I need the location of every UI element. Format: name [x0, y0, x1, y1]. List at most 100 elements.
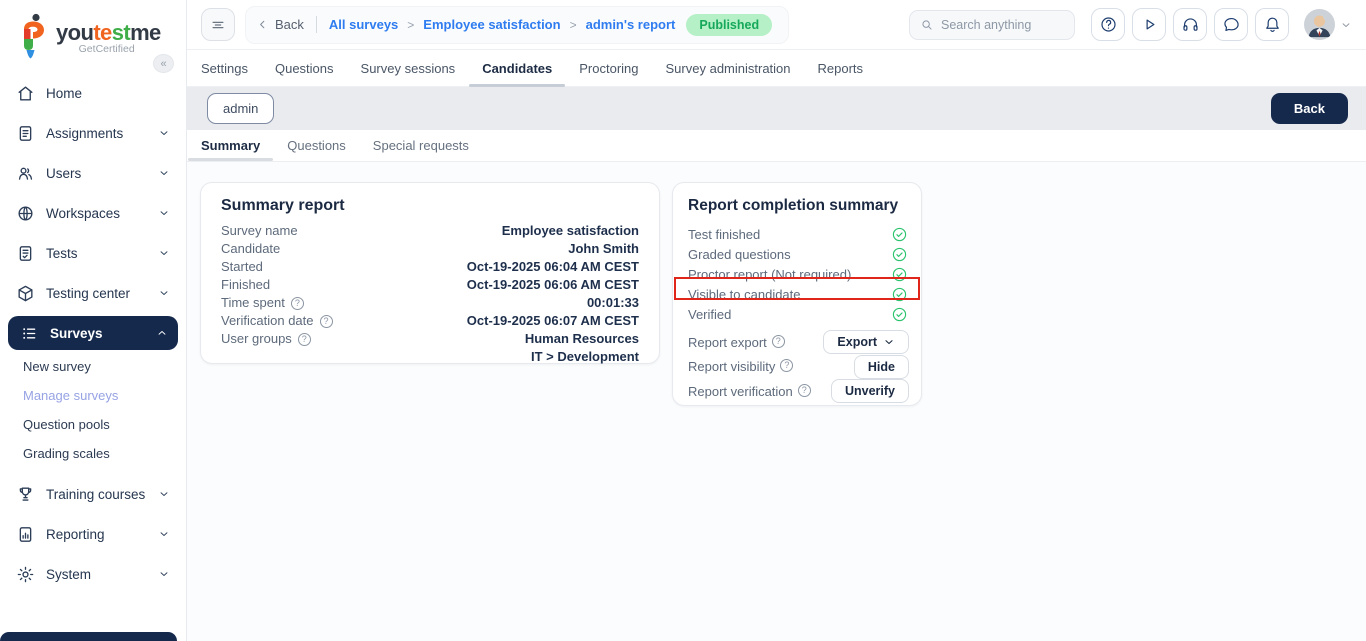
hamburger-icon [209, 16, 227, 34]
users-icon [16, 164, 35, 183]
sidebar-subitem-new-survey[interactable]: New survey [0, 352, 186, 381]
info-icon[interactable]: ? [798, 384, 811, 397]
sidebar-item-workspaces[interactable]: Workspaces [0, 193, 186, 233]
tab-reports[interactable]: Reports [818, 50, 864, 86]
search-input[interactable] [941, 18, 1059, 32]
summary-row-user-groups: User groups? Human ResourcesIT > Develop… [221, 330, 639, 366]
check-row-test-finished: Test finished [673, 224, 921, 244]
chevron-down-icon [158, 127, 170, 139]
action-row-report-export: Report export? Export [673, 330, 921, 355]
youtestme-app: youtestme GetCertified « Home Assignment… [0, 0, 1366, 641]
hide-button[interactable]: Hide [854, 355, 909, 379]
check-row-proctor-report: Proctor report (Not required) [673, 264, 921, 284]
trophy-icon [16, 485, 35, 504]
check-circle-icon [891, 246, 908, 263]
user-menu[interactable] [1304, 9, 1352, 40]
back-button[interactable]: Back [1271, 93, 1348, 124]
assignments-icon [16, 124, 35, 143]
sidebar-item-testing-center[interactable]: Testing center [0, 273, 186, 313]
sidebar-item-surveys[interactable]: Surveys [8, 316, 178, 350]
check-row-graded-questions: Graded questions [673, 244, 921, 264]
search-icon [920, 18, 934, 32]
sidebar-subitem-manage-surveys[interactable]: Manage surveys [0, 381, 186, 410]
breadcrumb-link-report[interactable]: admin's report [586, 17, 676, 32]
sidebar-item-reporting[interactable]: Reporting [0, 514, 186, 554]
globe-icon [16, 204, 35, 223]
info-icon[interactable]: ? [320, 315, 333, 328]
tab-settings[interactable]: Settings [201, 50, 248, 86]
summary-row-verification-date: Verification date? Oct-19-2025 06:07 AM … [221, 312, 639, 330]
breadcrumb: Back All surveys > Employee satisfaction… [245, 6, 789, 44]
export-button[interactable]: Export [823, 330, 909, 354]
breadcrumb-link-all-surveys[interactable]: All surveys [329, 17, 398, 32]
menu-button[interactable] [201, 8, 235, 41]
chevron-down-icon [158, 207, 170, 219]
status-badge-published: Published [686, 14, 772, 36]
sidebar-nav: Home Assignments Users Workspaces Tests [0, 73, 186, 594]
question-circle-icon [1099, 15, 1118, 34]
tab-survey-sessions[interactable]: Survey sessions [361, 50, 456, 86]
sidebar-subitem-question-pools[interactable]: Question pools [0, 410, 186, 439]
bell-icon [1263, 15, 1282, 34]
youtestme-logo-mark [16, 13, 50, 59]
candidate-chip-admin[interactable]: admin [207, 93, 274, 124]
tab-questions[interactable]: Questions [275, 50, 334, 86]
list-icon [20, 324, 39, 343]
info-icon[interactable]: ? [298, 333, 311, 346]
notifications-button[interactable] [1255, 8, 1289, 41]
unverify-button[interactable]: Unverify [831, 379, 909, 403]
tab-candidates[interactable]: Candidates [482, 50, 552, 86]
subtab-special-requests[interactable]: Special requests [373, 130, 469, 161]
home-icon [16, 84, 35, 103]
breadcrumb-link-survey[interactable]: Employee satisfaction [423, 17, 560, 32]
report-completion-title: Report completion summary [673, 183, 921, 224]
sidebar-item-home[interactable]: Home [0, 73, 186, 113]
tutorials-button[interactable] [1132, 8, 1166, 41]
report-completion-card: Report completion summary Test finished … [672, 182, 922, 406]
breadcrumb-divider [316, 16, 317, 33]
chevron-down-icon [883, 336, 895, 348]
tab-proctoring[interactable]: Proctoring [579, 50, 638, 86]
headphones-icon [1181, 15, 1200, 34]
check-circle-icon [891, 306, 908, 323]
chevron-down-icon [158, 247, 170, 259]
summary-row-started: Started Oct-19-2025 06:04 AM CEST [221, 258, 639, 276]
chevron-down-icon [1340, 19, 1352, 31]
sidebar-item-users[interactable]: Users [0, 153, 186, 193]
tab-survey-administration[interactable]: Survey administration [666, 50, 791, 86]
report-subtabs: Summary Questions Special requests [187, 130, 1366, 162]
check-circle-icon [891, 286, 908, 303]
summary-row-finished: Finished Oct-19-2025 06:06 AM CEST [221, 276, 639, 294]
box-icon [16, 284, 35, 303]
brand-wordmark: youtestme [56, 21, 161, 45]
support-button[interactable] [1173, 8, 1207, 41]
check-row-visible-to-candidate: Visible to candidate [673, 285, 921, 305]
chat-button[interactable] [1214, 8, 1248, 41]
info-icon[interactable]: ? [780, 359, 793, 372]
sidebar-item-training-courses[interactable]: Training courses [0, 474, 186, 514]
global-search[interactable] [909, 10, 1075, 40]
breadcrumb-back-button[interactable]: Back [256, 17, 304, 32]
help-button[interactable] [1091, 8, 1125, 41]
action-row-report-visibility: Report visibility? Hide [673, 354, 921, 379]
sidebar-collapse-button[interactable]: « [153, 54, 174, 73]
info-icon[interactable]: ? [291, 297, 304, 310]
subtab-summary[interactable]: Summary [201, 130, 260, 161]
chevron-left-icon [256, 18, 269, 31]
check-circle-icon [891, 226, 908, 243]
gear-icon [16, 565, 35, 584]
breadcrumb-separator: > [570, 18, 577, 32]
sidebar-item-system[interactable]: System [0, 554, 186, 594]
sidebar-item-assignments[interactable]: Assignments [0, 113, 186, 153]
sidebar-pinned-element[interactable] [0, 632, 177, 641]
sidebar-subitem-grading-scales[interactable]: Grading scales [0, 439, 186, 468]
info-icon[interactable]: ? [772, 335, 785, 348]
play-icon [1140, 15, 1159, 34]
check-circle-icon [891, 266, 908, 283]
sidebar-item-tests[interactable]: Tests [0, 233, 186, 273]
subtab-questions[interactable]: Questions [287, 130, 346, 161]
survey-tabs: Settings Questions Survey sessions Candi… [187, 50, 1366, 87]
action-row-report-verification: Report verification? Unverify [673, 379, 921, 404]
chevron-down-icon [158, 167, 170, 179]
summary-row-time-spent: Time spent? 00:01:33 [221, 294, 639, 312]
